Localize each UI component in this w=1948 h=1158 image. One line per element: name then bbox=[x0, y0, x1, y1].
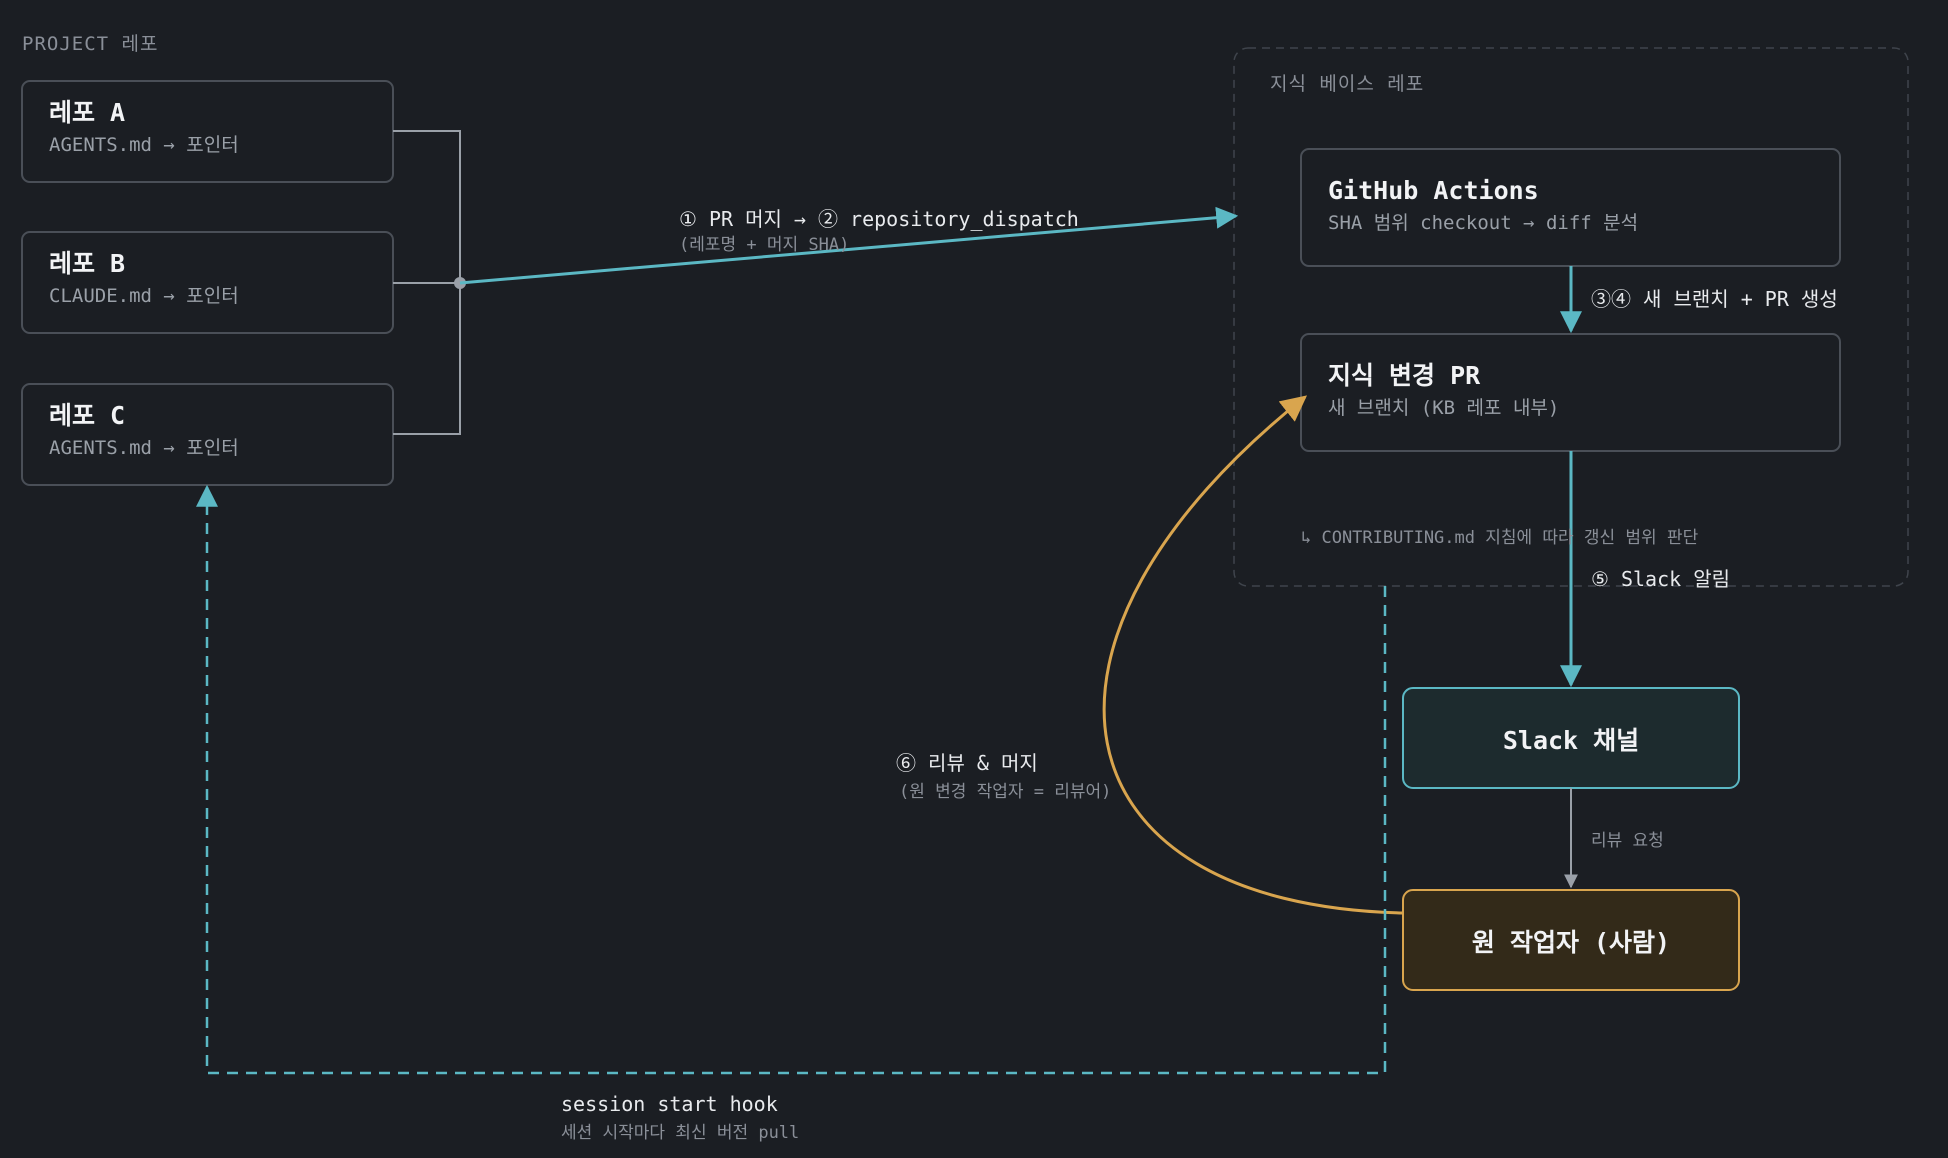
dispatch-label: ① PR 머지 → ② repository_dispatch bbox=[679, 207, 1079, 231]
branch-pr-label: ③④ 새 브랜치 + PR 생성 bbox=[1591, 287, 1838, 311]
author-box[interactable]: 원 작업자 (사람) bbox=[1402, 889, 1740, 991]
repo-b-box[interactable]: 레포 B CLAUDE.md → 포인터 bbox=[21, 231, 394, 334]
github-actions-title: GitHub Actions bbox=[1328, 176, 1539, 205]
slack-notify-label: ⑤ Slack 알림 bbox=[1591, 567, 1730, 591]
author-title: 원 작업자 (사람) bbox=[1472, 928, 1670, 957]
repo-b-title: 레포 B bbox=[49, 249, 125, 278]
github-actions-subtitle: SHA 범위 checkout → diff 분석 bbox=[1328, 212, 1638, 234]
review-merge-label: ⑥ 리뷰 & 머지 bbox=[896, 751, 1038, 775]
repo-c-subtitle: AGENTS.md → 포인터 bbox=[49, 437, 239, 459]
session-hook-label: session start hook bbox=[561, 1092, 778, 1116]
contributing-note: ↳ CONTRIBUTING.md 지침에 따라 갱신 범위 판단 bbox=[1301, 528, 1699, 548]
repo-a-title: 레포 A bbox=[49, 98, 125, 127]
session-hook-sublabel: 세션 시작마다 최신 버전 pull bbox=[561, 1123, 799, 1143]
repo-c-title: 레포 C bbox=[49, 401, 125, 430]
review-merge-sublabel: (원 변경 작업자 = 리뷰어) bbox=[899, 782, 1111, 802]
repo-c-box[interactable]: 레포 C AGENTS.md → 포인터 bbox=[21, 383, 394, 486]
knowledge-pr-box[interactable]: 지식 변경 PR 새 브랜치 (KB 레포 내부) bbox=[1300, 333, 1841, 452]
knowledge-pr-title: 지식 변경 PR bbox=[1328, 361, 1481, 390]
slack-channel-box[interactable]: Slack 채널 bbox=[1402, 687, 1740, 789]
repo-a-subtitle: AGENTS.md → 포인터 bbox=[49, 134, 239, 156]
workflow-diagram: PROJECT 레포 지식 베이스 레포 레포 A AGENTS.md → 포인… bbox=[21, 33, 1909, 1143]
knowledge-base-group-label: 지식 베이스 레포 bbox=[1270, 73, 1424, 95]
review-request-label: 리뷰 요청 bbox=[1591, 831, 1664, 851]
dispatch-sublabel: (레포명 + 머지 SHA) bbox=[679, 235, 849, 255]
repo-merge-connector bbox=[393, 130, 461, 435]
project-repos-group-label: PROJECT 레포 bbox=[22, 33, 158, 55]
repo-b-subtitle: CLAUDE.md → 포인터 bbox=[49, 285, 239, 307]
knowledge-pr-subtitle: 새 브랜치 (KB 레포 내부) bbox=[1328, 397, 1559, 419]
github-actions-box[interactable]: GitHub Actions SHA 범위 checkout → diff 분석 bbox=[1300, 148, 1841, 267]
repo-a-box[interactable]: 레포 A AGENTS.md → 포인터 bbox=[21, 80, 394, 183]
session-hook-arrow bbox=[196, 484, 1387, 1075]
slack-channel-title: Slack 채널 bbox=[1503, 726, 1639, 755]
review-merge-arrow bbox=[1102, 395, 1404, 915]
